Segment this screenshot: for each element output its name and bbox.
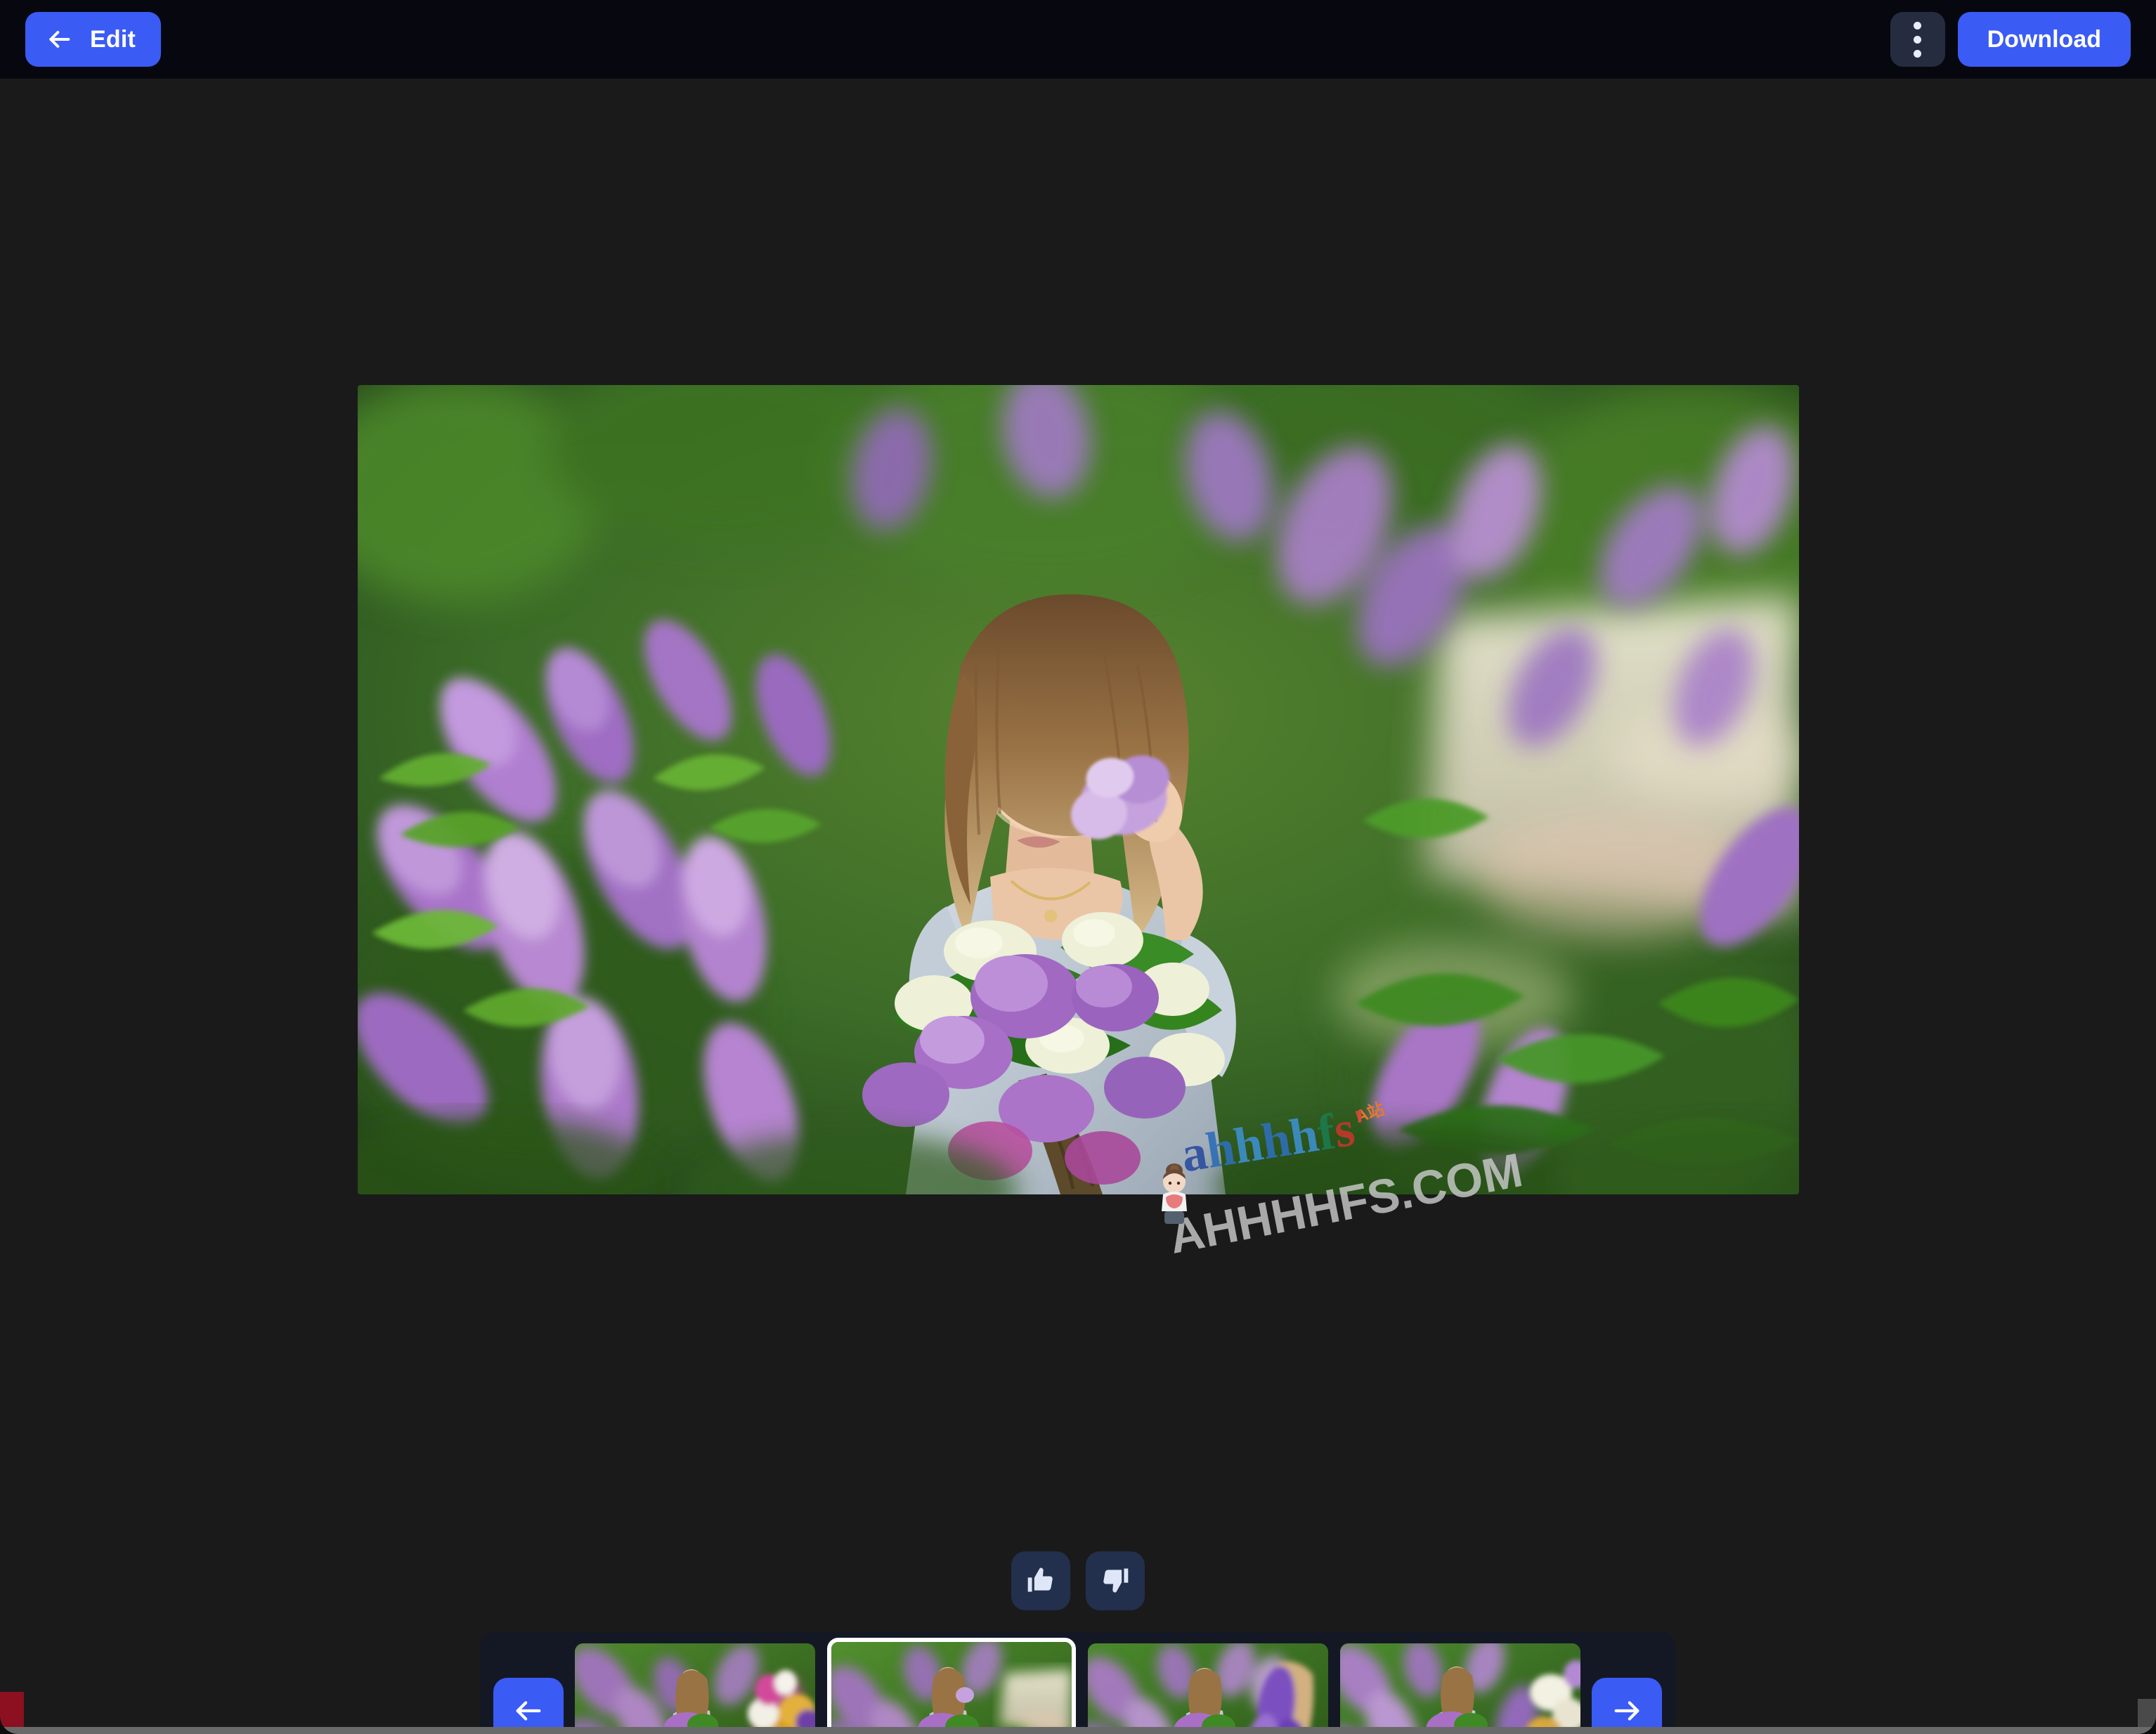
thumbnail-item-1[interactable] [575,1643,815,1734]
thumbs-down-icon [1100,1565,1131,1598]
header-right-group: Download [1890,12,2131,67]
kebab-menu-icon [1914,21,1922,30]
feedback-bar [0,1551,2156,1610]
overflow-menu-button[interactable] [1890,12,1945,67]
thumbs-up-button[interactable] [1011,1551,1070,1610]
window-bottom-edge [0,1727,2156,1734]
thumbnail-list [564,1631,1592,1734]
header-left-group: Edit [25,12,162,67]
viewer-stage: A站 ahhhhfs' AHHHHFS.COM [0,79,2156,1734]
arrow-left-icon [512,1695,545,1729]
arrow-left-icon [45,25,73,53]
thumbnail-filmstrip [480,1631,1675,1734]
thumbs-up-icon [1025,1565,1056,1598]
thumbnail-item-2[interactable] [827,1638,1076,1734]
thumbnail-item-3[interactable] [1088,1643,1328,1734]
next-image-button[interactable] [1592,1678,1662,1734]
image-viewer-window: Edit Download A站 ahhhhfs' AHHHHFS.COM [0,0,2156,1734]
edit-button[interactable]: Edit [25,12,162,67]
previous-image-button[interactable] [493,1678,564,1734]
download-button[interactable]: Download [1957,12,2131,67]
thumbnail-item-4[interactable] [1340,1643,1580,1734]
kebab-menu-icon-dot2 [1914,35,1922,44]
thumbs-down-button[interactable] [1086,1551,1145,1610]
edit-button-label: Edit [90,25,136,53]
app-header: Edit Download [0,0,2156,79]
kebab-menu-icon-dot3 [1914,49,1922,58]
main-image[interactable] [358,385,1799,1194]
arrow-right-icon [1611,1695,1643,1729]
